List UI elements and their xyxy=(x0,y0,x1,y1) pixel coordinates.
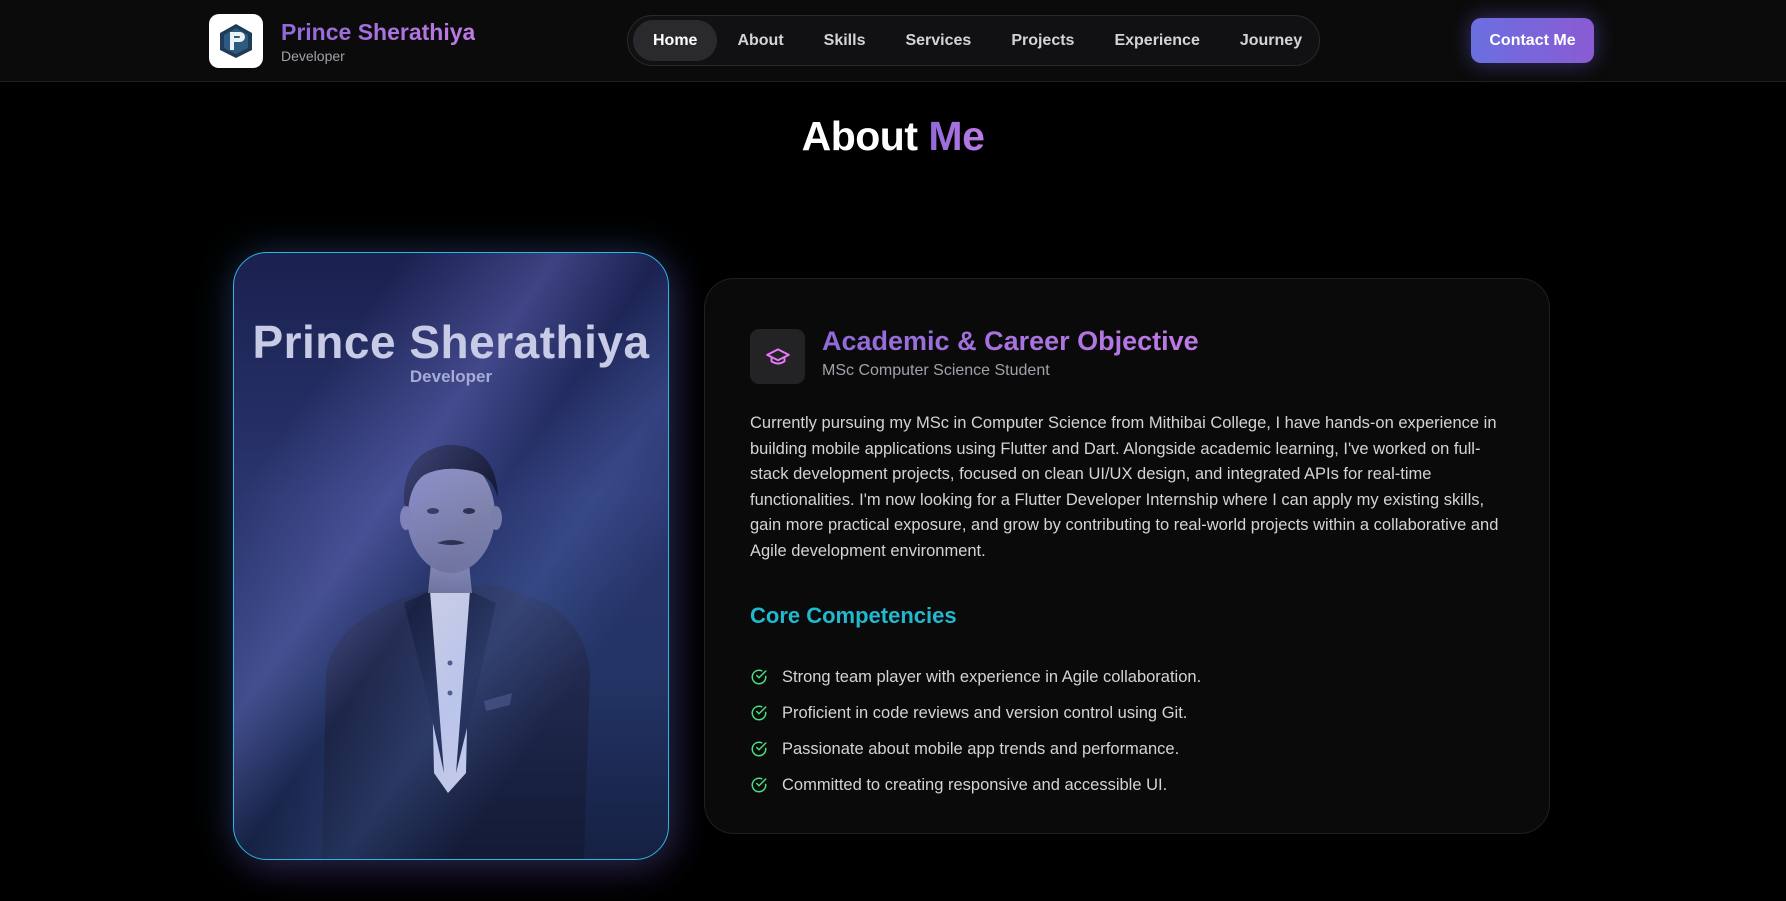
nav-item-journey[interactable]: Journey xyxy=(1220,20,1322,61)
competency-text: Strong team player with experience in Ag… xyxy=(782,667,1202,686)
competency-item: Passionate about mobile app trends and p… xyxy=(750,731,1201,767)
competency-text: Proficient in code reviews and version c… xyxy=(782,703,1188,722)
brand-role: Developer xyxy=(281,48,345,64)
competencies-title: Core Competencies xyxy=(750,603,957,628)
nav-item-experience[interactable]: Experience xyxy=(1094,20,1219,61)
top-navbar: Prince Sherathiya Developer Home About Ski… xyxy=(0,0,1786,82)
profile-photo-card: Prince Sherathiya Developer xyxy=(233,252,669,860)
competency-item: Proficient in code reviews and version c… xyxy=(750,695,1201,731)
competency-text: Committed to creating responsive and acc… xyxy=(782,775,1168,794)
photo-card-name: Prince Sherathiya xyxy=(252,316,650,368)
competency-item: Committed to creating responsive and acc… xyxy=(750,767,1201,803)
check-circle-icon xyxy=(751,777,767,793)
photo-card-role: Developer xyxy=(409,367,493,386)
objective-subtitle: MSc Computer Science Student xyxy=(822,362,1050,379)
check-circle-icon xyxy=(751,669,767,685)
brand-name[interactable]: Prince Sherathiya xyxy=(281,18,475,46)
objective-card: Academic & Career Objective MSc Computer… xyxy=(704,278,1550,834)
section-title-accent: Me xyxy=(928,113,985,159)
competency-text: Passionate about mobile app trends and p… xyxy=(782,739,1180,758)
objective-title: Academic & Career Objective xyxy=(822,326,1199,356)
check-circle-icon xyxy=(751,705,767,721)
contact-me-button[interactable]: Contact Me xyxy=(1471,18,1594,63)
brand[interactable]: Prince Sherathiya Developer xyxy=(209,14,475,68)
nav-item-home[interactable]: Home xyxy=(633,20,718,61)
competencies-list: Strong team player with experience in Ag… xyxy=(750,659,1201,803)
nav-item-projects[interactable]: Projects xyxy=(991,20,1094,61)
nav-item-skills[interactable]: Skills xyxy=(804,20,886,61)
nav-item-services[interactable]: Services xyxy=(885,20,991,61)
graduation-cap-icon xyxy=(750,329,805,384)
check-circle-icon xyxy=(751,741,767,757)
nav-item-about[interactable]: About xyxy=(717,20,803,61)
section-title-main: About xyxy=(801,113,918,159)
objective-body: Currently pursuing my MSc in Computer Sc… xyxy=(750,414,1499,560)
main-nav: Home About Skills Services Projects Experienc… xyxy=(627,15,1320,66)
section-title: About Me xyxy=(0,113,1786,160)
competency-item: Strong team player with experience in Ag… xyxy=(750,659,1201,695)
p-logo-icon[interactable] xyxy=(209,14,263,68)
